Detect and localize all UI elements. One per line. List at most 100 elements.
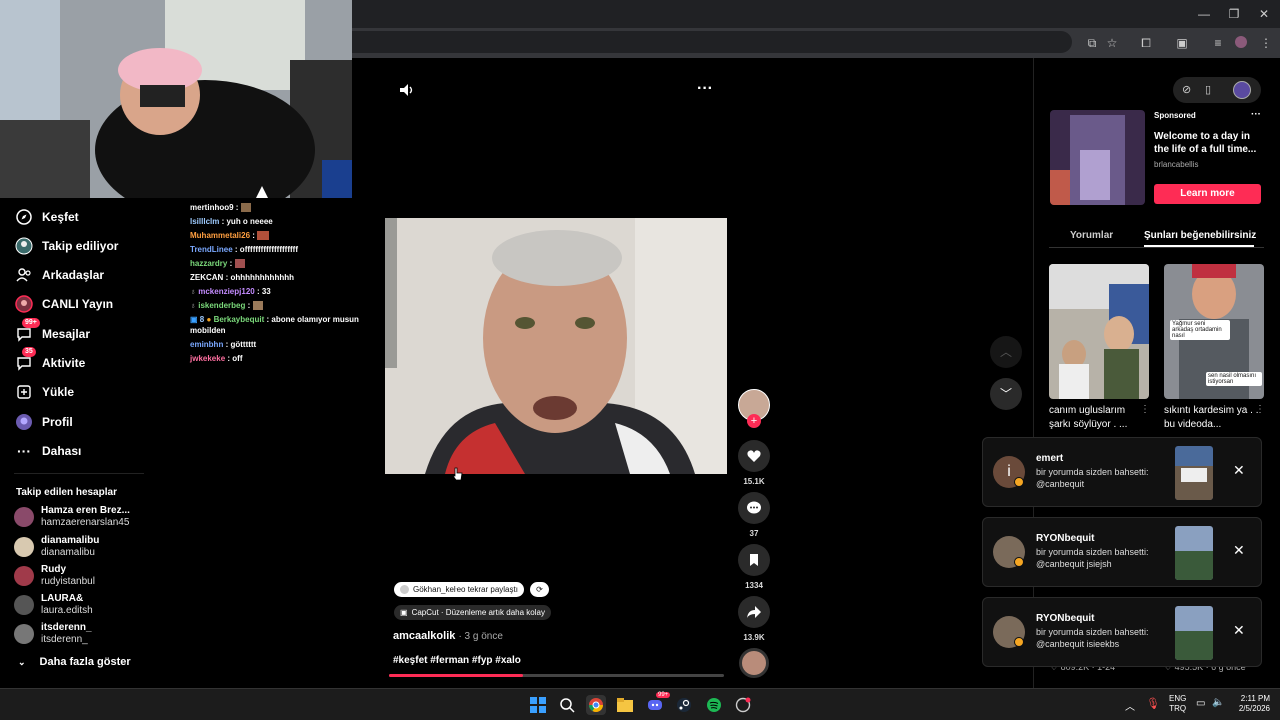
comment-button[interactable] bbox=[738, 492, 770, 524]
chat-text: : ohhhhhhhhhhhh bbox=[225, 273, 294, 282]
video-author[interactable]: amcaalkolik bbox=[393, 630, 455, 642]
speaker-icon[interactable] bbox=[398, 82, 414, 101]
recording-app-icon[interactable] bbox=[733, 695, 753, 715]
video-player[interactable] bbox=[385, 218, 727, 474]
extensions-icon[interactable]: ⧠ bbox=[1138, 35, 1154, 51]
tab-you-may-like[interactable]: Şunları beğenebilirsiniz bbox=[1144, 230, 1256, 241]
video-time: · 3 g önce bbox=[458, 631, 503, 642]
sidebar-item-live[interactable]: CANLI Yayın bbox=[14, 292, 113, 316]
avatar bbox=[14, 566, 34, 586]
sidebar-item-friends[interactable]: Arkadaşlar bbox=[14, 263, 104, 287]
clock[interactable]: 2:11 PM 2/5/2026 bbox=[1232, 694, 1270, 714]
following-account[interactable]: Hamza eren Brez... hamzaerenarslan45 bbox=[14, 505, 130, 529]
sound-disc-icon[interactable] bbox=[739, 648, 769, 678]
suggested-video-1[interactable] bbox=[1049, 264, 1149, 399]
following-account[interactable]: LAURA& laura.editsh bbox=[14, 593, 93, 617]
share-count: 13.9K bbox=[743, 633, 765, 642]
volume-icon[interactable]: 🔈 bbox=[1212, 697, 1224, 708]
avatar bbox=[14, 537, 34, 557]
mention-notification[interactable]: RYONbequit bir yorumda sizden bahsetti: … bbox=[982, 517, 1262, 587]
media-icon[interactable]: ≡ bbox=[1210, 35, 1226, 51]
close-icon[interactable]: ✕ bbox=[1233, 462, 1245, 479]
sidebar-item-explore[interactable]: Keşfet bbox=[14, 205, 79, 229]
video-progress-track[interactable] bbox=[389, 674, 724, 677]
following-account[interactable]: dianamalibu dianamalibu bbox=[14, 535, 99, 559]
language-indicator[interactable]: ENG TRQ bbox=[1169, 694, 1186, 714]
tab-comments[interactable]: Yorumlar bbox=[1070, 230, 1113, 241]
ad-thumbnail[interactable] bbox=[1050, 110, 1145, 205]
menu-icon[interactable]: ⋮ bbox=[1258, 35, 1274, 51]
show-more-button[interactable]: ⌄ Daha fazla göster bbox=[18, 656, 131, 668]
previous-video-button[interactable]: ︿ bbox=[990, 336, 1022, 368]
ad-title[interactable]: Welcome to a day in the life of a full t… bbox=[1154, 130, 1259, 156]
chat-message: mobilden bbox=[190, 324, 380, 338]
file-explorer-icon[interactable] bbox=[615, 695, 635, 715]
capcut-pill[interactable]: ▣ CapCut · Düzenleme artık daha kolay bbox=[394, 605, 551, 620]
sidebar-item-label: Keşfet bbox=[42, 210, 79, 224]
reading-icon[interactable]: ▣ bbox=[1174, 35, 1190, 51]
suggested-video-2[interactable]: Yağmur seni arkadaş ortadamin nasıl sen … bbox=[1164, 264, 1264, 399]
sidebar-item-more[interactable]: ··· Dahası bbox=[14, 439, 81, 463]
chat-message: Muhammetali26 : bbox=[190, 229, 380, 243]
chrome-icon[interactable] bbox=[586, 695, 606, 715]
profile-icon[interactable] bbox=[1233, 35, 1249, 51]
star-icon[interactable]: ☆ bbox=[1104, 35, 1120, 51]
explore-small-icon[interactable]: ⊘ bbox=[1182, 83, 1191, 96]
share-icon bbox=[747, 606, 761, 618]
sidebar-item-upload[interactable]: Yükle bbox=[14, 380, 74, 404]
close-icon[interactable]: ✕ bbox=[1233, 542, 1245, 559]
suggested-video-title[interactable]: sıkıntı kardesim ya . . bu videoda... bbox=[1164, 404, 1262, 432]
next-video-button[interactable]: ﹀ bbox=[990, 378, 1022, 410]
badge-icon: ● bbox=[206, 315, 212, 324]
chat-text: : offffffffffffffffffff bbox=[234, 245, 298, 254]
mention-notification[interactable]: i emert bir yorumda sizden bahsetti: @ca… bbox=[982, 437, 1262, 507]
suggested-video-title[interactable]: canım ugluslarım şarkı söylüyor . ... bbox=[1049, 404, 1147, 432]
thumb-more-icon[interactable]: ⋮ bbox=[1140, 404, 1150, 415]
discord-icon[interactable]: 99+ bbox=[645, 692, 671, 715]
user-avatar[interactable] bbox=[1233, 81, 1251, 99]
spotify-icon[interactable] bbox=[704, 695, 724, 715]
thumb-more-icon[interactable]: ⋮ bbox=[1255, 404, 1265, 415]
install-icon[interactable]: ⧉ bbox=[1084, 35, 1100, 51]
repost-pill[interactable]: Gökhan_keŀeo tekrar paylaştı bbox=[394, 582, 524, 597]
following-account[interactable]: itsderenn_ itsderenn_ bbox=[14, 622, 92, 646]
save-button[interactable] bbox=[738, 544, 770, 576]
more-options-button[interactable]: ··· bbox=[697, 80, 713, 98]
sidebar-item-profile[interactable]: Profil bbox=[14, 410, 73, 434]
close-icon[interactable]: ✕ bbox=[1233, 622, 1245, 639]
sidebar-item-messages[interactable]: 99+ Mesajlar bbox=[14, 318, 90, 346]
chat-text: : bbox=[247, 301, 251, 310]
learn-more-button[interactable]: Learn more bbox=[1154, 184, 1261, 204]
chat-message: ♁ iskenderbeg : bbox=[190, 299, 380, 313]
search-icon[interactable] bbox=[557, 695, 577, 715]
microphone-icon[interactable]: 🎙 bbox=[1146, 697, 1160, 710]
like-button[interactable] bbox=[738, 440, 770, 472]
sidebar-item-following[interactable]: Takip ediliyor bbox=[14, 234, 118, 258]
windows-start-icon[interactable] bbox=[528, 695, 548, 715]
chat-message: ♁ mckenziepj120 : 33 bbox=[190, 285, 380, 299]
close-window-button[interactable]: ✕ bbox=[1256, 6, 1272, 22]
upload-icon bbox=[14, 382, 34, 402]
video-hashtags[interactable]: #keşfet #ferman #fyp #xalo bbox=[393, 655, 521, 666]
minimize-button[interactable]: — bbox=[1196, 6, 1212, 22]
comment-icon bbox=[747, 501, 761, 514]
badge-icon: ♁ bbox=[190, 287, 196, 296]
avatar bbox=[14, 507, 34, 527]
device-icon[interactable]: ▯ bbox=[1205, 83, 1211, 96]
steam-icon[interactable] bbox=[674, 695, 694, 715]
account-name: itsderenn_ bbox=[41, 622, 92, 633]
chat-user: jwkekeke bbox=[190, 354, 226, 363]
mention-notification[interactable]: RYONbequit bir yorumda sizden bahsetti: … bbox=[982, 597, 1262, 667]
repost-icon[interactable]: ⟳ bbox=[530, 582, 549, 597]
clock-date: 2/5/2026 bbox=[1238, 704, 1270, 713]
sidebar-item-activity[interactable]: 35 Aktivite bbox=[14, 347, 85, 375]
address-bar[interactable] bbox=[352, 31, 1072, 53]
chat-text: : abone olamıyor musun bbox=[266, 315, 359, 324]
following-account[interactable]: Rudy rudyistanbul bbox=[14, 564, 95, 588]
share-button[interactable] bbox=[738, 596, 770, 628]
follow-plus-icon[interactable]: + bbox=[747, 414, 761, 428]
tray-chevron-up-icon[interactable]: ︿ bbox=[1125, 698, 1135, 713]
network-icon[interactable]: ▭ bbox=[1196, 698, 1205, 709]
restore-button[interactable]: ❐ bbox=[1226, 6, 1242, 22]
ad-more-icon[interactable]: ··· bbox=[1251, 109, 1261, 120]
